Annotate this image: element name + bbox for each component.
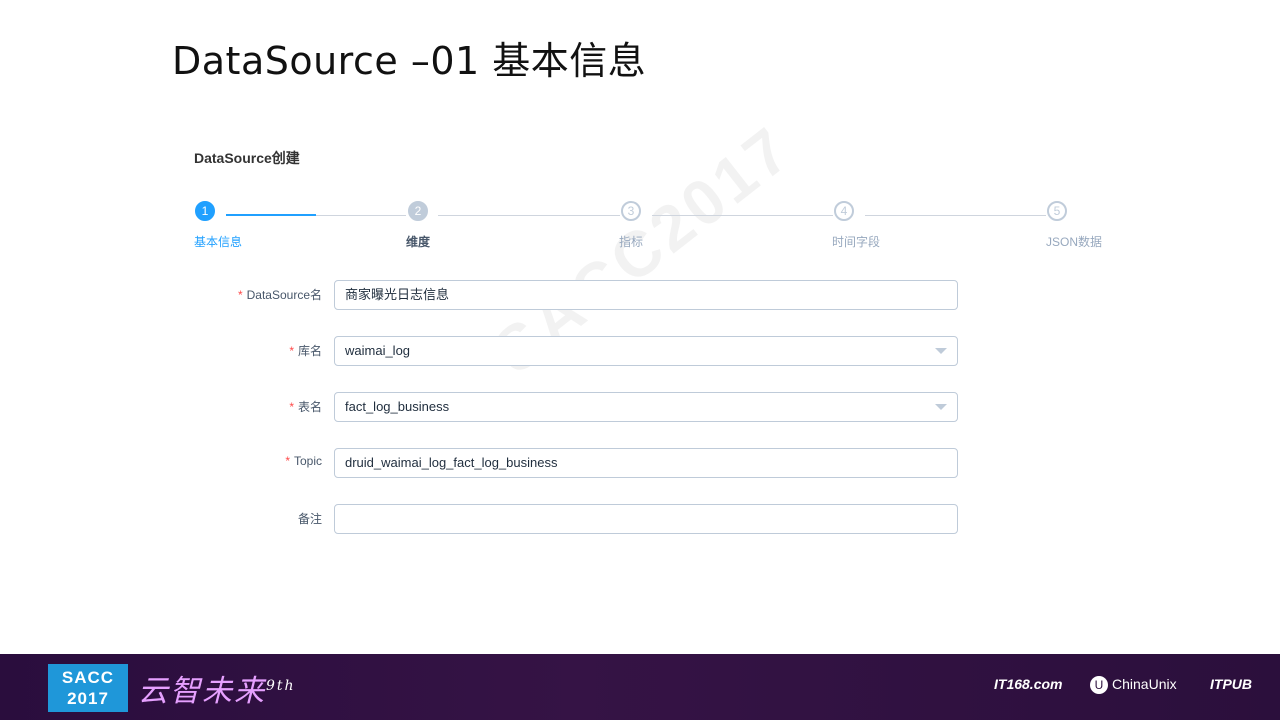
chevron-down-icon[interactable] — [935, 348, 947, 354]
chevron-down-icon[interactable] — [935, 404, 947, 410]
table-name-value: fact_log_business — [345, 399, 450, 414]
step-2-label: 维度 — [406, 235, 431, 249]
edition-mark: 9th — [266, 678, 296, 694]
remark-input[interactable] — [334, 504, 958, 534]
step-4-circle[interactable]: 4 — [834, 201, 854, 221]
step-connector — [652, 215, 833, 216]
table-name-label: * 表名 — [289, 400, 322, 414]
footer-banner: SACC 2017 云智未来9th IT168.com U ChinaUnix I… — [0, 654, 1280, 720]
partner-chinaunix-logo: U ChinaUnix — [1090, 676, 1177, 695]
table-name-select[interactable]: fact_log_business — [334, 392, 958, 422]
required-mark: * — [237, 288, 243, 302]
datasource-name-input[interactable]: 商家曝光日志信息 — [334, 280, 958, 310]
partner-itpub-logo: ITPUB — [1210, 676, 1252, 692]
required-mark: * — [285, 454, 290, 468]
step-connector — [316, 215, 406, 216]
step-3-label: 指标 — [619, 235, 644, 249]
remark-label: 备注 — [297, 512, 322, 526]
db-name-value: waimai_log — [345, 343, 411, 358]
topic-label: * Topic — [285, 454, 322, 468]
partner-it168-logo: IT168.com — [994, 676, 1063, 692]
step-1-label: 基本信息 — [194, 235, 243, 249]
step-connector — [865, 215, 1046, 216]
step-connector — [438, 215, 620, 216]
sacc-logo: SACC 2017 — [48, 664, 128, 712]
step-5-circle[interactable]: 5 — [1047, 201, 1067, 221]
required-mark: * — [289, 344, 294, 358]
datasource-name-label: * DataSource名 — [237, 288, 322, 302]
step-3-circle[interactable]: 3 — [621, 201, 641, 221]
step-4-label: 时间字段 — [832, 235, 881, 249]
step-connector-active — [226, 214, 316, 216]
chinaunix-icon: U — [1090, 676, 1108, 695]
required-mark: * — [289, 400, 294, 414]
step-5-label: JSON数据 — [1046, 235, 1103, 249]
db-name-label: * 库名 — [289, 344, 322, 358]
db-name-select[interactable]: waimai_log — [334, 336, 958, 366]
steps-bar: 1 2 3 4 5 基本信息 维度 指标 时间字段 JSON数据 — [0, 0, 1280, 260]
step-1-circle[interactable]: 1 — [195, 201, 215, 221]
slogan: 云智未来9th — [138, 674, 296, 709]
step-2-circle[interactable]: 2 — [408, 201, 428, 221]
topic-input[interactable]: druid_waimai_log_fact_log_business — [334, 448, 958, 478]
